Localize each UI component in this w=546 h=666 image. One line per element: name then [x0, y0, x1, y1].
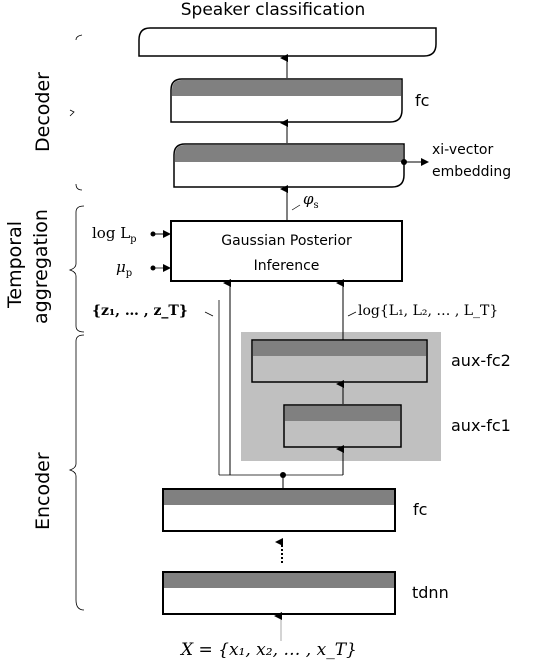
embedding-header: [175, 145, 403, 162]
embedding-label-line1: xi-vector: [432, 142, 494, 158]
decoder-fc-label: fc: [415, 91, 430, 110]
gpi-label-line2: Inference: [253, 258, 320, 274]
log-lp-text: log L: [92, 224, 131, 242]
aux-fc1-header: [285, 406, 400, 421]
z-leader: [204, 311, 214, 317]
encoder-fc-header: [164, 490, 394, 505]
temporal-brace: [68, 205, 85, 333]
log-lp-subscript: p: [130, 234, 137, 245]
phi-s-label: φs: [303, 190, 319, 211]
encoder-brace: [68, 334, 85, 611]
section-label-aggregation: aggregation: [30, 209, 52, 324]
log-l-set-label: log{L₁, L₂, … , L_T}: [358, 303, 499, 319]
section-label-encoder: Encoder: [32, 452, 54, 530]
input-sequence-label: X = {x₁, x₂, … , x_T}: [181, 640, 357, 660]
speaker-classification-block: [138, 27, 437, 57]
tdnn-header: [164, 573, 394, 588]
section-label-temporal: Temporal: [4, 221, 26, 308]
log-l-leader: [347, 311, 357, 317]
decoder-brace: [69, 34, 83, 191]
section-label-decoder: Decoder: [32, 72, 54, 152]
phi-symbol: φ: [303, 190, 314, 208]
title-speaker-classification: Speaker classification: [180, 0, 366, 20]
encoder-fc-label: fc: [413, 500, 428, 519]
gpi-label-line1: Gaussian Posterior: [221, 233, 352, 249]
aux-fc2-header: [253, 341, 426, 356]
phi-leader: [291, 204, 301, 211]
mu-p-label: μp: [116, 258, 132, 279]
log-lp-label: log Lp: [92, 224, 137, 245]
tdnn-label: tdnn: [412, 583, 449, 602]
aux-fc2-label: aux-fc2: [451, 351, 511, 370]
decoder-fc-header: [172, 80, 401, 96]
z-set-label: {z₁, … , z_T}: [92, 303, 188, 319]
embedding-label-line2: embedding: [432, 164, 512, 180]
mu-text: μ: [116, 258, 126, 276]
aux-fc1-label: aux-fc1: [451, 416, 511, 435]
phi-subscript: s: [313, 200, 319, 211]
diagram-canvas: [68, 27, 441, 641]
mu-subscript: p: [125, 268, 133, 279]
